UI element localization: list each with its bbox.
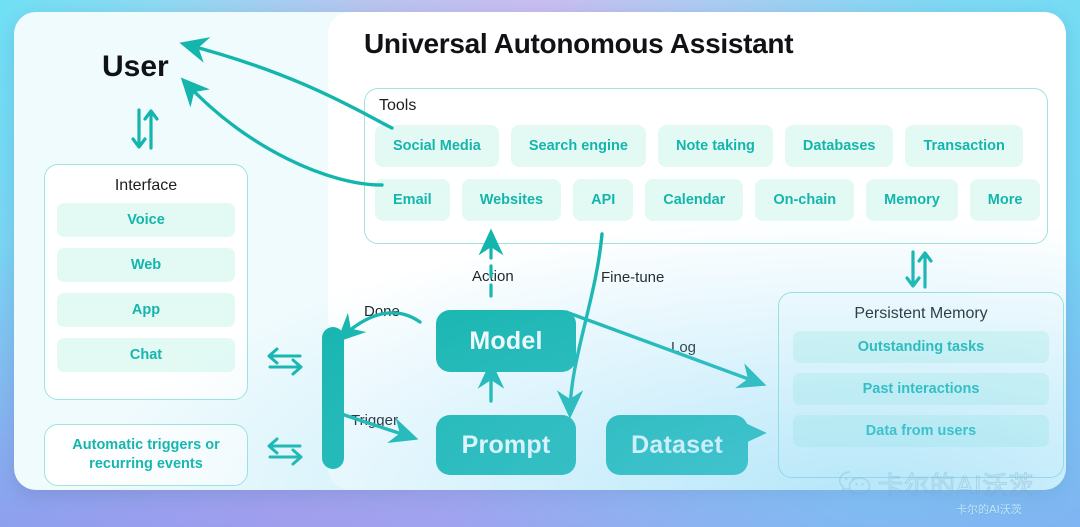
tool-note-taking[interactable]: Note taking [657,125,773,167]
interface-item-web[interactable]: Web [57,248,235,282]
flow-label-fine-tune: Fine-tune [601,269,665,286]
persistent-memory-title: Persistent Memory [854,305,988,322]
bidirectional-vertical-arrow-icon [128,106,164,152]
outer-card: User Interface Voice Web App Chat Automa… [14,12,1066,490]
tool-calendar[interactable]: Calendar [645,179,744,221]
interface-title: Interface [114,177,178,194]
exchange-arrows-icon-triggers [264,436,306,471]
memory-item-data-from-users[interactable]: Data from users [793,415,1049,447]
exchange-arrows-icon-interface [264,346,306,381]
user-title: User [102,50,169,83]
node-dataset[interactable]: Dataset [606,415,748,475]
tools-card: Tools Social Media Search engine Note ta… [364,88,1048,244]
bidirectional-vertical-arrow-icon-memory [902,248,938,290]
flow-label-trigger: Trigger [351,412,398,429]
automatic-triggers-label: Automatic triggers or recurring events [62,436,229,474]
tools-title: Tools [379,97,417,114]
tool-email[interactable]: Email [375,179,450,221]
tool-search-engine[interactable]: Search engine [510,125,646,167]
memory-item-past-interactions[interactable]: Past interactions [793,373,1049,405]
page-title: Universal Autonomous Assistant [364,28,794,59]
node-model[interactable]: Model [436,310,576,372]
node-prompt[interactable]: Prompt [436,415,576,475]
tool-on-chain[interactable]: On-chain [755,179,855,221]
flow-label-action: Action [472,268,514,285]
interface-item-app[interactable]: App [57,293,235,327]
interface-item-voice[interactable]: Voice [57,203,235,237]
tool-transaction[interactable]: Transaction [905,125,1023,167]
tool-more[interactable]: More [969,179,1041,221]
memory-item-outstanding-tasks[interactable]: Outstanding tasks [793,331,1049,363]
flow-label-log: Log [671,339,697,356]
tool-api[interactable]: API [573,179,634,221]
tool-memory[interactable]: Memory [866,179,958,221]
flow-label-done: Done [364,303,400,320]
tool-social-media[interactable]: Social Media [375,125,499,167]
interface-card: Interface Voice Web App Chat [44,164,248,400]
automatic-triggers-card: Automatic triggers or recurring events [44,424,248,486]
interface-item-chat[interactable]: Chat [57,338,235,372]
tool-websites[interactable]: Websites [461,179,562,221]
tools-rows: Social Media Search engine Note taking D… [375,125,1041,233]
triggers-line-2: recurring events [89,456,203,472]
assistant-entry-bar [322,327,344,469]
diagram-canvas: User Interface Voice Web App Chat Automa… [0,0,1080,527]
tools-row-2: Email Websites API Calendar On-chain Mem… [375,179,1041,221]
persistent-memory-card: Persistent Memory Outstanding tasks Past… [778,292,1064,478]
watermark-small-text: 卡尔的AI沃茨 [956,503,1022,516]
triggers-line-1: Automatic triggers or [72,437,220,453]
tool-databases[interactable]: Databases [784,125,894,167]
tools-row-1: Social Media Search engine Note taking D… [375,125,1037,167]
